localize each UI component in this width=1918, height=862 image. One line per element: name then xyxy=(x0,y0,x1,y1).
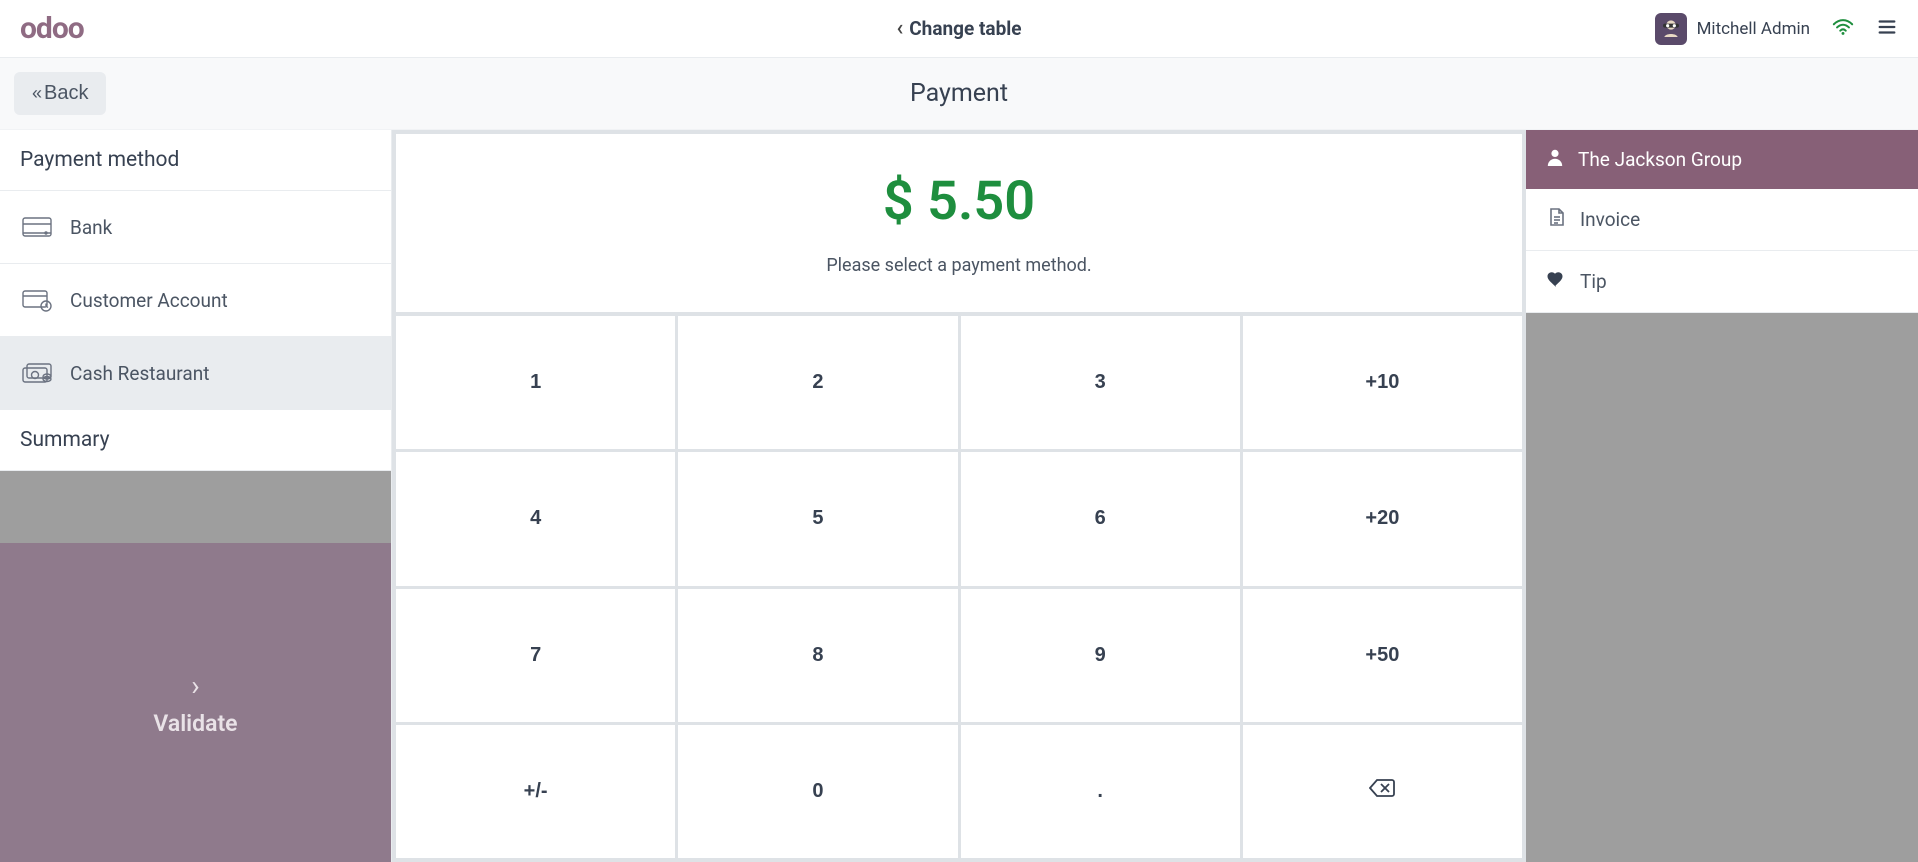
numpad-1[interactable]: 1 xyxy=(396,316,675,449)
invoice-button[interactable]: Invoice xyxy=(1526,189,1918,251)
numpad-plusminus[interactable]: +/- xyxy=(396,725,675,858)
numpad-2[interactable]: 2 xyxy=(678,316,957,449)
change-table-label: Change table xyxy=(909,17,1021,40)
person-icon xyxy=(1546,148,1564,171)
numpad-6[interactable]: 6 xyxy=(961,452,1240,585)
topbar-right: Mitchell Admin xyxy=(1655,13,1898,45)
summary-empty xyxy=(0,471,391,543)
summary-header: Summary xyxy=(0,410,391,471)
numpad-plus20[interactable]: +20 xyxy=(1243,452,1522,585)
validate-button[interactable]: › Validate xyxy=(0,543,391,862)
secondbar: « Back Payment xyxy=(0,58,1918,130)
payment-method-cash-restaurant[interactable]: Cash Restaurant xyxy=(0,337,391,410)
amount-hint: Please select a payment method. xyxy=(826,255,1091,276)
numpad-plus50[interactable]: +50 xyxy=(1243,589,1522,722)
numpad-5[interactable]: 5 xyxy=(678,452,957,585)
numpad-dot[interactable]: . xyxy=(961,725,1240,858)
numpad-9[interactable]: 9 xyxy=(961,589,1240,722)
change-table-button[interactable]: ‹ Change table xyxy=(896,16,1021,41)
numpad-4[interactable]: 4 xyxy=(396,452,675,585)
wifi-icon[interactable] xyxy=(1832,16,1854,42)
payment-method-label: Bank xyxy=(70,216,112,239)
numpad-3[interactable]: 3 xyxy=(961,316,1240,449)
user-menu[interactable]: Mitchell Admin xyxy=(1655,13,1810,45)
cash-icon xyxy=(22,361,52,385)
validate-label: Validate xyxy=(153,710,237,737)
payment-method-label: Cash Restaurant xyxy=(70,362,209,385)
amount-display: $ 5.50 xyxy=(883,170,1035,233)
double-chevron-left-icon: « xyxy=(32,83,38,104)
back-button[interactable]: « Back xyxy=(14,72,106,115)
right-column: The Jackson Group Invoice Tip xyxy=(1526,130,1918,862)
numpad: 1 2 3 +10 4 5 6 +20 7 8 9 +50 +/- 0 . xyxy=(396,316,1522,858)
payment-method-bank[interactable]: Bank xyxy=(0,191,391,264)
card-icon xyxy=(22,215,52,239)
page-title: Payment xyxy=(910,79,1008,108)
tip-button[interactable]: Tip xyxy=(1526,251,1918,313)
center-column: $ 5.50 Please select a payment method. 1… xyxy=(392,130,1526,862)
chevron-left-icon: ‹ xyxy=(896,16,903,41)
left-column: Payment method Bank Customer Account Cas… xyxy=(0,130,392,862)
amount-box: $ 5.50 Please select a payment method. xyxy=(396,134,1522,312)
backspace-icon xyxy=(1369,778,1395,804)
heart-icon xyxy=(1546,269,1566,294)
chevron-right-icon: › xyxy=(191,669,199,702)
payment-method-header: Payment method xyxy=(0,130,391,191)
hamburger-menu-icon[interactable] xyxy=(1876,16,1898,42)
back-label: Back xyxy=(44,82,88,105)
customer-name-label: The Jackson Group xyxy=(1578,148,1742,171)
card-clock-icon xyxy=(22,288,52,312)
avatar-icon xyxy=(1655,13,1687,45)
numpad-plus10[interactable]: +10 xyxy=(1243,316,1522,449)
payment-method-label: Customer Account xyxy=(70,289,228,312)
numpad-backspace[interactable] xyxy=(1243,725,1522,858)
numpad-7[interactable]: 7 xyxy=(396,589,675,722)
document-icon xyxy=(1546,207,1566,232)
username-label: Mitchell Admin xyxy=(1697,19,1810,39)
logo: odoo xyxy=(20,11,84,46)
tip-label: Tip xyxy=(1580,270,1607,293)
main: Payment method Bank Customer Account Cas… xyxy=(0,130,1918,862)
numpad-0[interactable]: 0 xyxy=(678,725,957,858)
customer-button[interactable]: The Jackson Group xyxy=(1526,130,1918,189)
payment-method-list: Bank Customer Account Cash Restaurant xyxy=(0,191,391,410)
numpad-8[interactable]: 8 xyxy=(678,589,957,722)
topbar-left: odoo xyxy=(20,11,84,46)
invoice-label: Invoice xyxy=(1580,208,1640,231)
payment-method-customer-account[interactable]: Customer Account xyxy=(0,264,391,337)
topbar: odoo ‹ Change table Mitchell Admin xyxy=(0,0,1918,58)
